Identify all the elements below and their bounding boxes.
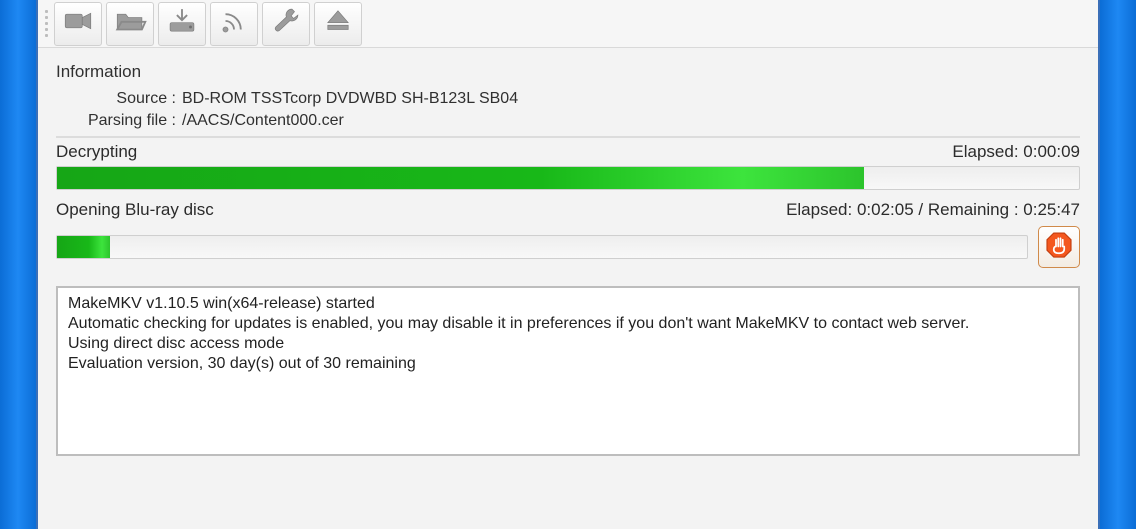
stream-icon — [217, 4, 251, 43]
task1-header: Decrypting Elapsed: 0:00:09 — [56, 142, 1080, 162]
task2-progress — [56, 235, 1028, 259]
cancel-button[interactable] — [1038, 226, 1080, 268]
source-label: Source : — [80, 90, 176, 108]
video-camera-icon — [61, 4, 95, 43]
source-row: Source : BD-ROM TSSTcorp DVDWBD SH-B123L… — [80, 90, 1080, 108]
save-to-disk-button[interactable] — [158, 2, 206, 46]
task2-timing: Elapsed: 0:02:05 / Remaining : 0:25:47 — [786, 200, 1080, 220]
desktop-stripe-right — [1100, 0, 1136, 529]
task1-name: Decrypting — [56, 142, 137, 162]
harddrive-download-icon — [165, 4, 199, 43]
desktop-stripe-left — [0, 0, 36, 529]
task1-elapsed: Elapsed: 0:00:09 — [952, 142, 1080, 162]
makemkv-window: Information Source : BD-ROM TSSTcorp DVD… — [36, 0, 1100, 529]
task1-progress — [56, 166, 1080, 190]
log-line: Automatic checking for updates is enable… — [68, 314, 1068, 334]
task1-progress-bar — [57, 167, 864, 189]
task2-row — [56, 226, 1080, 268]
toolbar-grip[interactable] — [42, 4, 52, 44]
status-panel: Information Source : BD-ROM TSSTcorp DVD… — [38, 48, 1098, 268]
parsing-value: /AACS/Content000.cer — [182, 112, 344, 130]
task2-header: Opening Blu-ray disc Elapsed: 0:02:05 / … — [56, 200, 1080, 220]
log-textarea[interactable]: MakeMKV v1.10.5 win(x64-release) started… — [56, 286, 1080, 456]
parsing-row: Parsing file : /AACS/Content000.cer — [80, 112, 1080, 130]
source-value: BD-ROM TSSTcorp DVDWBD SH-B123L SB04 — [182, 90, 518, 108]
log-line: Evaluation version, 30 day(s) out of 30 … — [68, 354, 1068, 374]
toolbar — [38, 0, 1098, 48]
folder-open-icon — [113, 4, 147, 43]
stream-button[interactable] — [210, 2, 258, 46]
task2-progress-bar — [57, 236, 110, 258]
settings-button[interactable] — [262, 2, 310, 46]
eject-button[interactable] — [314, 2, 362, 46]
log-line: MakeMKV v1.10.5 win(x64-release) started — [68, 294, 1068, 314]
task2-name: Opening Blu-ray disc — [56, 200, 214, 220]
log-line: Using direct disc access mode — [68, 334, 1068, 354]
info-heading: Information — [56, 62, 1080, 82]
parsing-label: Parsing file : — [80, 112, 176, 130]
open-video-button[interactable] — [54, 2, 102, 46]
eject-icon — [321, 4, 355, 43]
divider-1 — [56, 136, 1080, 138]
stop-hand-icon — [1044, 230, 1074, 265]
wrench-icon — [269, 4, 303, 43]
open-folder-button[interactable] — [106, 2, 154, 46]
